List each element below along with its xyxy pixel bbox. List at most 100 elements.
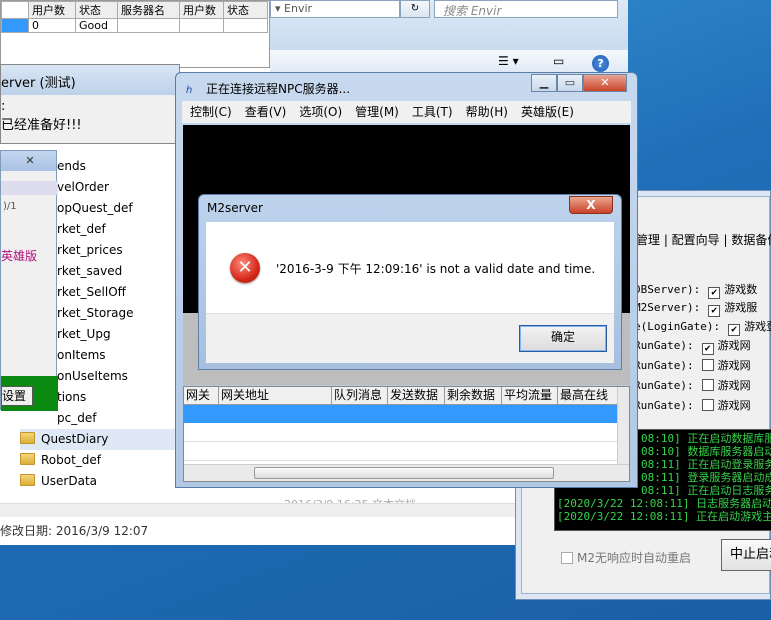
file-item[interactable]: UserData xyxy=(20,471,180,492)
file-item[interactable]: Robot_def xyxy=(20,450,180,471)
minimize-button[interactable]: ▁ xyxy=(531,74,557,92)
details-modified: 修改日期: 2016/3/9 12:07 xyxy=(0,524,149,538)
check-text: 游戏网 xyxy=(717,399,751,412)
table-cell[interactable]: 0 xyxy=(28,18,76,33)
checkbox[interactable]: ✔ xyxy=(728,324,741,336)
checkbox[interactable] xyxy=(561,552,573,564)
col-header[interactable]: 队列消息 xyxy=(332,387,388,404)
checkbox[interactable]: ✔ xyxy=(708,287,721,299)
dialog-footer: 确定 xyxy=(206,313,614,363)
log-line: [2020/3/22 12:08:11] 正在启动游戏主程 xyxy=(557,510,771,523)
login-server-window: erver (测试) : 已经准备好!!! xyxy=(0,64,180,144)
row-header xyxy=(1,1,29,19)
menu-item-hero[interactable]: 英雄版(E) xyxy=(521,105,574,119)
maximize-button[interactable]: ▭ xyxy=(557,74,583,92)
table-row[interactable] xyxy=(184,423,629,442)
check-text: 游戏登 xyxy=(744,320,771,333)
col-header: 用户数 xyxy=(179,1,224,19)
menu-item-control[interactable]: 控制(C) xyxy=(190,105,232,119)
preview-pane-icon[interactable]: ▭ xyxy=(553,54,564,68)
menu-item-tools[interactable]: 工具(T) xyxy=(412,105,453,119)
check-label: RunGate): xyxy=(634,379,694,392)
server-check-row[interactable]: RunGate): ✔ 游戏网 xyxy=(634,337,751,355)
table-cell[interactable]: Good xyxy=(75,18,118,33)
address-bar[interactable]: ▾ Envir xyxy=(270,0,400,18)
status-text: 已经准备好!!! xyxy=(1,118,82,133)
check-text: 游戏服 xyxy=(724,301,758,314)
log-line: [2020/3/22 12:08:11] 日志服务器启动成功 xyxy=(557,497,771,510)
checkbox[interactable] xyxy=(701,399,714,411)
view-options-icon[interactable]: ☰ ▾ xyxy=(498,54,519,68)
file-item-selected[interactable]: QuestDiary xyxy=(20,429,180,450)
option-label: M2无响应时自动重启 xyxy=(577,551,691,565)
menu-item-help[interactable]: 帮助(H) xyxy=(466,105,508,119)
auto-restart-option[interactable]: M2无响应时自动重启 xyxy=(561,549,691,566)
col-header[interactable]: 网关地址 xyxy=(219,387,332,404)
check-text: 游戏网 xyxy=(717,339,751,352)
close-icon[interactable]: ✕ xyxy=(21,154,39,168)
vertical-scrollbar[interactable] xyxy=(617,387,629,466)
header-strip xyxy=(1,181,58,195)
col-header[interactable]: 剩余数据 xyxy=(445,387,502,404)
stop-start-button[interactable]: 中止启动 xyxy=(721,539,771,571)
server-check-row[interactable]: M2Server): ✔ 游戏服 xyxy=(634,299,757,317)
file-item[interactable]: pc_def xyxy=(20,408,180,429)
check-label: DBServer): xyxy=(634,283,701,296)
window-controls: ▁ ▭ ✕ xyxy=(531,74,627,92)
server-check-row[interactable]: RunGate): 游戏网 xyxy=(634,397,751,413)
check-text: 游戏网 xyxy=(717,379,751,392)
checkbox[interactable] xyxy=(701,379,714,391)
col-header: 状态 xyxy=(223,1,268,19)
menu-item-options[interactable]: 选项(O) xyxy=(299,105,342,119)
file-name: Robot_def xyxy=(41,453,102,467)
menu-item-manage[interactable]: 管理(M) xyxy=(355,105,399,119)
table-row[interactable] xyxy=(184,405,629,423)
search-input[interactable]: 搜索 Envir xyxy=(434,0,618,18)
close-button[interactable]: ✕ xyxy=(583,74,627,92)
check-label: RunGate): xyxy=(634,399,694,412)
table-cell[interactable] xyxy=(179,18,224,33)
scroll-thumb[interactable] xyxy=(254,467,554,479)
window-title: 正在连接远程NPC服务器... xyxy=(206,82,351,96)
table-cell[interactable] xyxy=(117,18,180,33)
horizontal-scrollbar[interactable] xyxy=(184,464,629,481)
error-message: '2016-3-9 下午 12:09:16' is not a valid da… xyxy=(276,262,596,276)
col-header[interactable]: 平均流量 xyxy=(502,387,558,404)
gate-table: 用户数 状态 服务器名 用户数 状态 0 Good xyxy=(0,0,270,68)
check-text: 游戏网 xyxy=(717,359,751,372)
error-dialog: M2server X ✕ '2016-3-9 下午 12:09:16' is n… xyxy=(198,194,622,370)
checkbox[interactable] xyxy=(701,359,714,371)
dialog-close-button[interactable]: X xyxy=(569,196,613,214)
help-icon[interactable]: ? xyxy=(592,55,609,72)
edition-label: 英雄版 xyxy=(1,249,38,263)
check-label: M2Server): xyxy=(634,301,701,314)
col-header[interactable]: 最高在线 xyxy=(558,387,618,404)
col-header[interactable]: 网关 xyxy=(184,387,219,404)
ok-button[interactable]: 确定 xyxy=(519,325,607,352)
refresh-button[interactable]: ↻ xyxy=(400,0,430,18)
checkbox[interactable]: ✔ xyxy=(701,343,714,355)
server-check-row[interactable]: e(LoginGate): ✔游戏登 xyxy=(634,318,771,336)
table-row[interactable] xyxy=(184,442,629,461)
server-check-row[interactable]: DBServer): ✔ 游戏数 xyxy=(634,281,757,299)
checkbox[interactable]: ✔ xyxy=(708,305,721,317)
col-header: 状态 xyxy=(75,1,118,19)
table-cell[interactable] xyxy=(223,18,268,33)
refresh-icon: ↻ xyxy=(410,3,420,14)
col-header: 用户数 xyxy=(28,1,76,19)
server-check-row[interactable]: RunGate): 游戏网 xyxy=(634,357,751,373)
config-dialog: ✕ )/1 英雄版 设置 xyxy=(0,150,58,411)
menu-item-view[interactable]: 查看(V) xyxy=(245,105,287,119)
gate-grid: 网关 网关地址 队列消息 发送数据 剩余数据 平均流量 最高在线 xyxy=(183,386,630,482)
address-text: Envir xyxy=(284,2,313,15)
tab-bar[interactable]: 管理 | 配置向导 | 数据备份 xyxy=(636,231,771,248)
folder-icon xyxy=(20,453,35,465)
settings-button[interactable]: 设置 xyxy=(1,386,33,406)
row-selected-cell[interactable] xyxy=(1,18,29,33)
menu-bar: 控制(C) 查看(V) 选项(O) 管理(M) 工具(T) 帮助(H) 英雄版(E) xyxy=(182,101,631,123)
file-name: QuestDiary xyxy=(41,432,109,446)
folder-icon xyxy=(20,474,35,486)
server-check-row[interactable]: RunGate): 游戏网 xyxy=(634,377,751,393)
col-header[interactable]: 发送数据 xyxy=(388,387,445,404)
error-icon: ✕ xyxy=(230,253,260,283)
